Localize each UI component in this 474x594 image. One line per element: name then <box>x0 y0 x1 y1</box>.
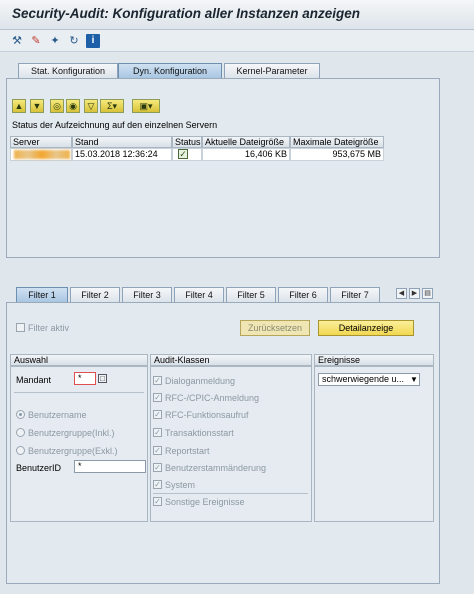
multiple-selection-icon[interactable]: □ <box>98 374 107 383</box>
filter-icon[interactable]: ▽ <box>84 99 98 113</box>
tab-stat-konfiguration[interactable]: Stat. Konfiguration <box>18 63 118 78</box>
audit-class-label: Benutzerstammänderung <box>165 463 267 473</box>
tab-filter-6[interactable]: Filter 6 <box>278 287 328 302</box>
sort-ascending-icon[interactable]: ▲ <box>12 99 26 113</box>
cell-stand[interactable]: 15.03.2018 12:36:24 <box>72 148 172 161</box>
window-title: Security-Audit: Konfiguration aller Inst… <box>12 6 361 21</box>
ereignisse-header: Ereignisse <box>314 354 434 366</box>
tab-filter-4[interactable]: Filter 4 <box>174 287 224 302</box>
audit-class-label: Transaktionsstart <box>165 428 234 438</box>
refresh-icon[interactable]: ↻ <box>67 34 81 48</box>
tab-kernel-parameter[interactable]: Kernel-Parameter <box>224 63 320 78</box>
audit-class-checkbox[interactable]: ✓ <box>153 410 162 419</box>
radio-benutzergruppe-exkl[interactable] <box>16 446 25 455</box>
benutzerid-input[interactable]: * <box>74 460 146 473</box>
tab-filter-5[interactable]: Filter 5 <box>226 287 276 302</box>
audit-class-label: System <box>165 480 196 490</box>
grid-title: Status der Aufzeichnung auf den einzelne… <box>12 120 218 130</box>
tab-list-icon[interactable]: ▤ <box>422 288 433 299</box>
audit-class-checkbox[interactable]: ✓ <box>153 480 162 489</box>
audit-class-label: Reportstart <box>165 446 210 456</box>
audit-class-label: Sonstige Ereignisse <box>165 497 245 507</box>
audit-class-checkbox[interactable]: ✓ <box>153 376 162 385</box>
filter-active-label: Filter aktiv <box>28 323 70 333</box>
col-current-size[interactable]: Aktuelle Dateigröße <box>202 136 290 148</box>
cell-current-size[interactable]: 16,406 KB <box>202 148 290 161</box>
radio-benutzergruppe-inkl-label: Benutzergruppe(Inkl.) <box>28 428 115 438</box>
pencil-icon[interactable]: ✎ <box>29 34 43 48</box>
audit-class-label: RFC-Funktionsaufruf <box>165 410 249 420</box>
find-icon[interactable]: ◎ <box>50 99 64 113</box>
audit-class-checkbox[interactable]: ✓ <box>153 463 162 472</box>
col-max-size[interactable]: Maximale Dateigröße <box>290 136 384 148</box>
tab-filter-1[interactable]: Filter 1 <box>16 287 68 302</box>
radio-benutzername-label: Benutzername <box>28 410 87 420</box>
tab-dyn-konfiguration[interactable]: Dyn. Konfiguration <box>118 63 222 78</box>
audit-class-checkbox[interactable]: ✓ <box>153 428 162 437</box>
cell-max-size[interactable]: 953,675 MB <box>290 148 384 161</box>
tab-filter-7[interactable]: Filter 7 <box>330 287 380 302</box>
settings-wand-icon[interactable]: ⚒ <box>10 34 24 48</box>
ereignisse-select[interactable]: schwerwiegende u... <box>318 373 420 386</box>
status-check-icon: ✓ <box>178 149 188 159</box>
find-next-icon[interactable]: ◉ <box>66 99 80 113</box>
reset-button[interactable]: Zurücksetzen <box>240 320 310 336</box>
tab-filter-3[interactable]: Filter 3 <box>122 287 172 302</box>
tab-scroll-right-icon[interactable]: ▶ <box>409 288 420 299</box>
filter-active-checkbox[interactable] <box>16 323 25 332</box>
sum-icon[interactable]: Σ▾ <box>100 99 124 113</box>
audit-divider <box>153 493 308 494</box>
tab-scroll-left-icon[interactable]: ◀ <box>396 288 407 299</box>
audit-class-checkbox[interactable]: ✓ <box>153 393 162 402</box>
sort-descending-icon[interactable]: ▼ <box>30 99 44 113</box>
audit-class-label: Dialoganmeldung <box>165 376 236 386</box>
col-stand[interactable]: Stand <box>72 136 172 148</box>
chevron-down-icon[interactable]: ▼ <box>410 375 418 384</box>
audit-class-checkbox[interactable]: ✓ <box>153 446 162 455</box>
mandant-input[interactable]: * <box>74 372 96 385</box>
info-icon[interactable]: i <box>86 34 100 48</box>
server-redacted <box>14 150 70 159</box>
col-status[interactable]: Status <box>172 136 202 148</box>
benutzerid-label: BenutzerID <box>16 463 62 473</box>
ereignisse-group <box>314 366 434 522</box>
col-server[interactable]: Server <box>10 136 72 148</box>
audit-class-label: RFC-/CPIC-Anmeldung <box>165 393 260 403</box>
radio-benutzergruppe-inkl[interactable] <box>16 428 25 437</box>
mandant-label: Mandant <box>16 375 52 385</box>
application-toolbar: ⚒ ✎ ✦ ↻ i <box>0 30 474 52</box>
layout-icon[interactable]: ▣▾ <box>132 99 160 113</box>
auswahl-group <box>10 366 148 522</box>
radio-benutzername[interactable] <box>16 410 25 419</box>
tab-filter-2[interactable]: Filter 2 <box>70 287 120 302</box>
audit-class-checkbox[interactable]: ✓ <box>153 497 162 506</box>
radio-benutzergruppe-exkl-label: Benutzergruppe(Exkl.) <box>28 446 118 456</box>
auswahl-divider <box>14 392 144 393</box>
detail-view-button[interactable]: Detailanzeige <box>318 320 414 336</box>
wand-icon[interactable]: ✦ <box>48 34 62 48</box>
audit-classes-header: Audit-Klassen <box>150 354 312 366</box>
auswahl-header: Auswahl <box>10 354 148 366</box>
